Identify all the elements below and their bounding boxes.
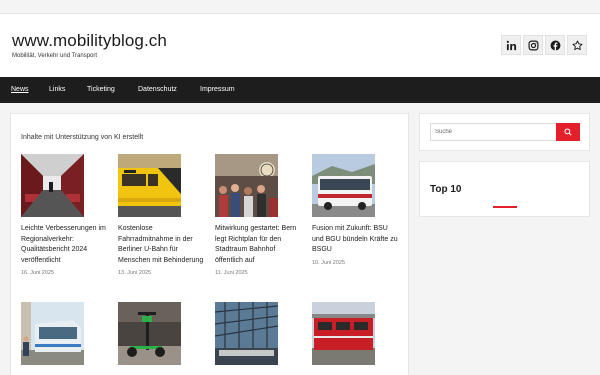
instagram-icon <box>528 40 538 50</box>
post-thumbnail[interactable] <box>215 302 278 365</box>
post-thumbnail[interactable] <box>21 154 84 217</box>
e-scooter-image <box>118 302 181 365</box>
post-date: 11. Juni 2025 <box>215 270 248 276</box>
site-header: www.mobilityblog.ch Mobilität, Verkehr u… <box>0 14 600 77</box>
nav-item-ticketing[interactable]: Ticketing <box>87 86 115 93</box>
post-card: Fusion mit Zukunft: BSU und BGU bündeln … <box>312 154 400 266</box>
post-title[interactable]: Mitwirkung gestartet: Bern legt Richtpla… <box>215 224 303 266</box>
star-icon <box>572 40 582 50</box>
post-title[interactable]: Leichte Verbesserungen im Regionalverkeh… <box>21 224 109 266</box>
post-thumbnail[interactable] <box>312 154 375 217</box>
post-thumbnail[interactable] <box>215 154 278 217</box>
search-widget <box>419 113 590 151</box>
station-crowd-image <box>215 154 278 217</box>
post-title[interactable]: Fusion mit Zukunft: BSU und BGU bündeln … <box>312 224 400 256</box>
tram-city-image <box>21 302 84 365</box>
section-heading: Inhalte mit Unterstützung von KI erstell… <box>21 134 144 141</box>
favorites-link[interactable] <box>567 35 587 55</box>
train-interior-image <box>21 154 84 217</box>
nav-item-impressum[interactable]: Impressum <box>200 86 235 93</box>
post-card <box>21 302 109 372</box>
post-date: 10. Juni 2025 <box>312 259 346 266</box>
u-bahn-yellow-image <box>118 154 181 217</box>
post-card: Mitwirkung gestartet: Bern legt Richtpla… <box>215 154 303 276</box>
instagram-link[interactable] <box>523 35 543 55</box>
site-title[interactable]: www.mobilityblog.ch <box>12 31 167 51</box>
post-date: 16. Juni 2025 <box>21 270 55 276</box>
site-tagline: Mobilität, Verkehr und Transport <box>12 53 98 59</box>
linkedin-icon <box>506 40 516 50</box>
post-card <box>118 302 206 372</box>
top-strip <box>0 0 600 14</box>
red-locomotive-image <box>312 302 375 365</box>
bus-white-image <box>312 154 375 217</box>
post-thumbnail[interactable] <box>118 302 181 365</box>
post-title[interactable]: Kostenlose Fahrradmitnahme in der Berlin… <box>118 224 206 266</box>
top10-title: Top 10 <box>430 184 462 195</box>
main-navigation: News Links Ticketing Datenschutz Impress… <box>0 77 600 103</box>
main-content: Inhalte mit Unterstützung von KI erstell… <box>10 113 409 375</box>
nav-item-datenschutz[interactable]: Datenschutz <box>138 86 177 93</box>
post-thumbnail[interactable] <box>118 154 181 217</box>
top10-widget: Top 10 <box>419 161 590 217</box>
search-button[interactable] <box>556 123 580 141</box>
search-icon <box>564 128 572 136</box>
facebook-link[interactable] <box>545 35 565 55</box>
search-input[interactable] <box>430 123 557 141</box>
facebook-icon <box>550 40 560 50</box>
nav-item-links[interactable]: Links <box>49 86 65 93</box>
post-card <box>312 302 400 372</box>
post-date: 13. Juni 2025 <box>118 270 152 276</box>
post-thumbnail[interactable] <box>312 302 375 365</box>
post-card <box>215 302 303 372</box>
post-card: Leichte Verbesserungen im Regionalverkeh… <box>21 154 109 276</box>
post-card: Kostenlose Fahrradmitnahme in der Berlin… <box>118 154 206 276</box>
linkedin-link[interactable] <box>501 35 521 55</box>
nav-item-news[interactable]: News <box>11 86 29 93</box>
station-roof-image <box>215 302 278 365</box>
top10-underline <box>493 206 517 208</box>
post-thumbnail[interactable] <box>21 302 84 365</box>
